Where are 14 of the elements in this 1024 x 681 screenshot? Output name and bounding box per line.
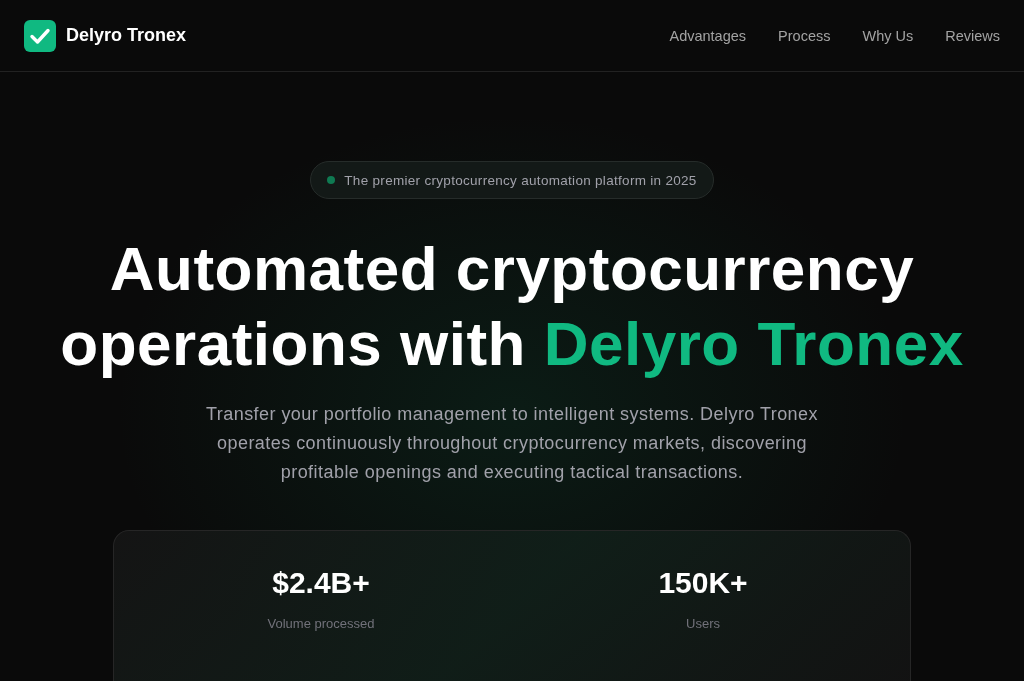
- checkmark-logo-icon: [24, 19, 56, 52]
- stat-value: 150K+: [658, 565, 748, 601]
- brand-name: Delyro Tronex: [66, 25, 187, 46]
- hero-heading: Automated cryptocurrency operations with Delyro Tronex: [59, 233, 965, 380]
- stat-value: $2.4B+: [272, 565, 370, 601]
- hero-description: Transfer your portfolio management to intelligent systems. Delyro Tronex operates continuously throughout cryptocurrency markets, discovering profitable openings and executing tactical transactions.: [205, 403, 819, 484]
- badge-text: The premier cryptocurrency automation platform in 2025: [344, 172, 697, 188]
- stat-label: Users: [686, 616, 720, 631]
- status-dot-icon: [327, 176, 336, 184]
- nav-link[interactable]: Reviews: [945, 27, 1000, 44]
- nav-link[interactable]: Advantages: [669, 27, 747, 44]
- nav-link[interactable]: Why Us: [862, 27, 914, 44]
- stat-label: Volume processed: [267, 616, 375, 631]
- nav-link[interactable]: Process: [778, 27, 831, 44]
